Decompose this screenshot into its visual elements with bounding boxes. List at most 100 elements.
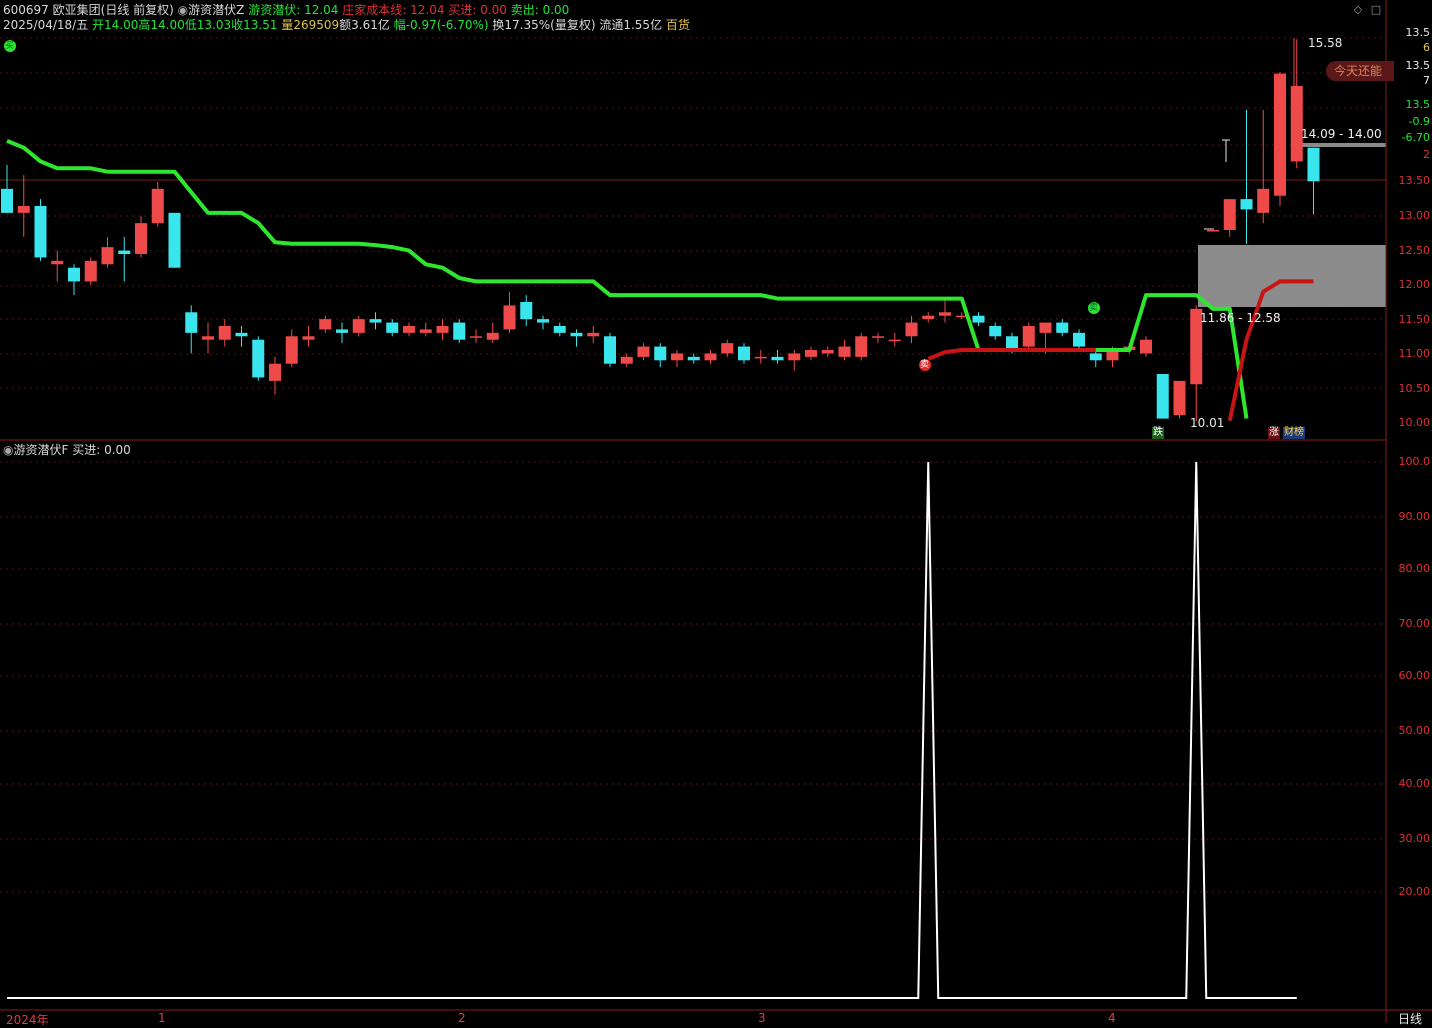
candle-body (1307, 147, 1320, 182)
candle-body (436, 326, 449, 333)
square-icon[interactable]: □ (1370, 4, 1382, 16)
price-tick-label: 13.00 (1398, 209, 1431, 222)
candle-body (185, 312, 198, 333)
quote-amount: 额3.61亿 (339, 18, 390, 32)
candle-body (269, 363, 281, 381)
lower-tick-label: 40.00 (1398, 777, 1431, 790)
lower-toggle-icon[interactable]: ◉ (3, 443, 13, 457)
candle-body (1073, 332, 1085, 347)
candles-layer (1, 39, 1320, 422)
candle-body (1140, 339, 1152, 354)
lower-panel-title[interactable]: 游资潜伏F (13, 443, 68, 457)
lower-tick-label: 30.00 (1398, 832, 1431, 845)
lower-tick-label: 20.00 (1398, 885, 1431, 898)
candle-body (922, 315, 935, 320)
candle-body (1290, 86, 1303, 162)
candle-body (151, 188, 164, 224)
candle-body (855, 336, 868, 357)
lower-axis: 100.0 90.00 80.00 70.00 60.00 50.00 40.00 30.00… (1387, 441, 1432, 1011)
candle-body (1173, 380, 1186, 416)
candle-body (604, 336, 616, 364)
lower-buy-value: 买进: 0.00 (72, 443, 131, 457)
lower-tick-label: 100.0 (1398, 455, 1431, 468)
indicator-name[interactable]: 游资潜伏Z (188, 3, 244, 17)
candle-body (838, 346, 851, 357)
axis-top-value: 7 (1423, 74, 1430, 87)
indicator-toggle-icon[interactable]: ◉ (178, 3, 188, 17)
price-tick-label: 12.50 (1398, 244, 1431, 257)
candle-body (84, 260, 97, 282)
candle-body (470, 336, 482, 338)
lower-indicator-line (7, 461, 1297, 999)
axis-top-value: 13.5 (1405, 98, 1431, 111)
stock-name[interactable]: 欧亚集团 (53, 3, 101, 17)
candle-body (654, 346, 667, 361)
candle-body (1089, 353, 1102, 361)
candle-body (872, 336, 884, 338)
price-tick-label: 12.00 (1398, 278, 1431, 291)
candle-body (352, 319, 365, 333)
price-tick-label: 11.50 (1398, 313, 1431, 326)
candle-body (68, 267, 80, 282)
candle-body (788, 353, 801, 361)
candle-body (403, 326, 415, 333)
candle-body (34, 206, 47, 258)
grid-layer (0, 37, 1386, 893)
candle-body (570, 332, 583, 337)
zone-top-label: 14.09 - 14.00 (1301, 127, 1382, 141)
today-tag[interactable]: 今天还能 (1326, 61, 1394, 81)
candle-body (805, 350, 817, 357)
zone-top-bar (1300, 143, 1386, 147)
price-axis[interactable]: 13.5 6 13.5 7 13.5 -0.9 -6.70 2 13.50 13.00 12.50 1… (1387, 0, 1432, 440)
candle-body (503, 305, 516, 330)
candle-body (553, 326, 566, 333)
axis-top-value: -6.70 (1401, 131, 1430, 144)
candle-body (520, 302, 533, 320)
high-price-label: 15.58 (1308, 36, 1343, 50)
up-tag: 涨 (1268, 427, 1280, 439)
candle-body (620, 356, 633, 364)
candle-body (168, 212, 181, 268)
candle-body (235, 332, 248, 337)
sell-marker-label: 卖 (920, 360, 930, 370)
candle-body (1022, 326, 1035, 347)
buy-value: 买进: 0.00 (448, 3, 507, 17)
candle-body (1056, 322, 1069, 333)
quote-change: 幅-0.97(-6.70%) (393, 18, 489, 32)
candle-body (721, 343, 734, 354)
candle-body (587, 332, 600, 337)
candle-body (1039, 322, 1052, 333)
lower-tick-label: 60.00 (1398, 669, 1431, 682)
quote-sector[interactable]: 百货 (666, 18, 690, 32)
candle-body (101, 247, 114, 265)
indicator-value: 游资潜伏: 12.04 (248, 3, 339, 17)
lower-tick-label: 50.00 (1398, 724, 1431, 737)
candle-body (939, 312, 951, 316)
candle-body (671, 353, 683, 361)
candle-body (202, 336, 214, 340)
bracket-mark (1222, 139, 1230, 162)
candle-body (135, 223, 147, 254)
quote-float: 流通1.55亿 (599, 18, 663, 32)
candle-body (754, 356, 767, 359)
candle-body (218, 326, 231, 340)
header-line-2: 2025/04/18/五 开14.00高14.00低13.03收13.51 量2… (3, 18, 690, 32)
kline-chart[interactable] (0, 0, 1432, 1023)
candle-body (1156, 374, 1169, 419)
finance-tag[interactable]: 财榜 (1283, 427, 1305, 439)
zone-bottom-label: 11.86 - 12.58 (1200, 311, 1281, 325)
price-tick-label: 10.50 (1398, 382, 1431, 395)
buy-marker-label-2: 卖 (1089, 303, 1099, 313)
candle-body (17, 206, 30, 213)
candle-body (888, 339, 901, 342)
low-price-label: 10.01 (1190, 416, 1225, 430)
price-tick-label: 11.00 (1398, 347, 1431, 360)
cost-line (927, 348, 1096, 361)
cost-line-value: 庄家成本线: 12.04 (342, 3, 445, 17)
range-zone (1198, 245, 1386, 307)
candle-body (1, 188, 13, 213)
buy-marker-label: 买 (5, 41, 15, 51)
candle-body (989, 326, 1002, 337)
diamond-icon[interactable]: ◇ (1352, 4, 1364, 16)
period-button[interactable]: 日线 (1398, 1010, 1422, 1027)
